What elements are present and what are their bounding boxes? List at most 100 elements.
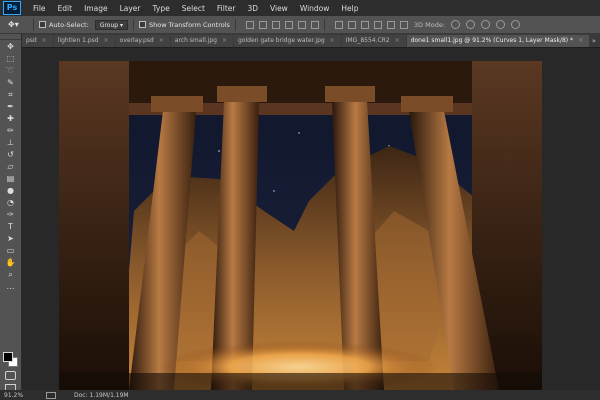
menu-select[interactable]: Select [182,4,205,13]
tab-label: IMG_8554.CR2 [345,37,390,44]
tab-overlay[interactable]: overlay.psd × [115,35,170,47]
tab-label: lightlen 1.psd [57,37,99,44]
type-icon[interactable]: T [4,221,18,232]
healing-brush-icon[interactable]: ✚ [4,113,18,124]
3d-slide-icon[interactable] [496,20,506,29]
pen-icon[interactable]: ✑ [4,209,18,220]
crop-icon[interactable]: ⌗ [4,89,18,100]
tab-done1-small1[interactable]: done1 small1.jpg @ 91.2% (Curves 1, Laye… [406,35,590,47]
lasso-icon[interactable]: ➰ [4,65,18,76]
auto-select-value: Group [99,21,119,29]
distribute-middle-icon[interactable] [347,20,356,29]
menu-edit[interactable]: Edit [58,4,73,13]
tab-golden-gate[interactable]: golden gate bridge water.jpg × [234,35,341,47]
blur-icon[interactable]: ● [4,185,18,196]
petra-columns-photo [59,61,542,390]
options-bar: ✥▾ Auto-Select: Group ▾ Show Transform C… [0,16,600,34]
tab-label: psd [26,37,37,44]
tab-lightlen[interactable]: lightlen 1.psd × [53,35,115,47]
close-icon[interactable]: × [104,35,109,47]
dodge-icon[interactable]: ◔ [4,197,18,208]
status-bar: 91.2% Doc: 1.19M/1.19M [0,390,600,400]
align-left-icon[interactable] [284,20,293,29]
brush-icon[interactable]: ✏ [4,125,18,136]
divider [33,18,34,31]
photoshop-logo: Ps [3,1,21,15]
divider [133,18,135,31]
color-swatches[interactable] [3,352,19,368]
more-tools-icon[interactable]: … [4,281,18,292]
show-transform-label: Show Transform Controls [149,20,230,29]
path-select-icon[interactable]: ➤ [4,233,18,244]
tab-img-8554[interactable]: IMG_8554.CR2 × [341,35,406,47]
distribute-top-icon[interactable] [334,20,343,29]
auto-select-label: Auto-Select: [49,20,89,29]
move-tool-preset-icon[interactable]: ✥▾ [8,19,28,31]
auto-select-dropdown[interactable]: Group ▾ [94,19,129,30]
menu-3d[interactable]: 3D [247,4,258,13]
tab-label: done1 small1.jpg @ 91.2% (Curves 1, Laye… [410,37,574,44]
menu-file[interactable]: File [33,4,46,13]
document-tabs: psd × lightlen 1.psd × overlay.psd × arch s… [22,34,600,48]
close-icon[interactable]: × [222,35,227,47]
zoom-icon[interactable]: ⌕ [4,269,18,280]
panel-grip[interactable] [0,34,21,40]
tab-arch-small[interactable]: arch small.jpg × [170,35,233,47]
align-bottom-icon[interactable] [271,20,280,29]
tabs-overflow-icon[interactable]: » [592,35,596,47]
menu-layer[interactable]: Layer [120,4,141,13]
document-size[interactable]: Doc: 1.19M/1.19M [74,392,129,399]
eyedropper-icon[interactable]: ✒ [4,101,18,112]
tab-psd[interactable]: psd × [22,35,53,47]
foreground-color-swatch[interactable] [3,352,13,362]
checkbox-icon[interactable] [39,21,46,28]
close-icon[interactable]: × [395,35,400,47]
menu-window[interactable]: Window [300,4,330,13]
hand-icon[interactable]: ✋ [4,257,18,268]
close-icon[interactable]: × [330,35,335,47]
marquee-icon[interactable]: ⬚ [4,53,18,64]
align-right-icon[interactable] [310,20,319,29]
align-middle-icon[interactable] [258,20,267,29]
divider [323,18,325,31]
show-transform-checkbox[interactable]: Show Transform Controls [139,21,230,29]
eraser-icon[interactable]: ▱ [4,161,18,172]
gradient-icon[interactable]: ▤ [4,173,18,184]
menu-type[interactable]: Type [153,4,170,13]
3d-drag-icon[interactable] [481,20,491,29]
menu-view[interactable]: View [270,4,288,13]
distribute-right-icon[interactable] [399,20,408,29]
close-icon[interactable]: × [578,35,583,47]
clone-stamp-icon[interactable]: ⊥ [4,137,18,148]
menu-image[interactable]: Image [84,4,108,13]
3d-rotate-icon[interactable] [451,20,461,29]
align-center-icon[interactable] [297,20,306,29]
quick-select-icon[interactable]: ✎ [4,77,18,88]
3d-scale-icon[interactable] [511,20,521,29]
distribute-center-icon[interactable] [386,20,395,29]
tab-label: overlay.psd [119,37,154,44]
3d-roll-icon[interactable] [466,20,476,29]
3d-mode-label: 3D Mode: [413,20,446,29]
close-icon[interactable]: × [159,35,164,47]
menu-help[interactable]: Help [341,4,358,13]
document-image [59,61,542,390]
zoom-level[interactable]: 91.2% [4,392,30,399]
auto-select-checkbox[interactable]: Auto-Select: [39,21,89,29]
share-icon[interactable] [46,391,56,399]
canvas-area[interactable] [22,48,600,390]
menu-filter[interactable]: Filter [217,4,236,13]
menu-bar: Ps File Edit Image Layer Type Select Fil… [0,0,600,16]
history-brush-icon[interactable]: ↺ [4,149,18,160]
rectangle-icon[interactable]: ▭ [4,245,18,256]
align-top-icon[interactable] [245,20,254,29]
distribute-left-icon[interactable] [373,20,382,29]
tools-panel: ✥ ⬚ ➰ ✎ ⌗ ✒ ✚ ✏ ⊥ ↺ ▱ ▤ ● ◔ ✑ T ➤ ▭ ✋ ⌕ … [0,34,22,393]
quick-mask-icon[interactable] [5,371,16,380]
checkbox-icon[interactable] [139,21,147,28]
distribute-bottom-icon[interactable] [360,20,369,29]
close-icon[interactable]: × [42,35,47,47]
tab-label: arch small.jpg [174,37,217,44]
divider [234,18,236,31]
move-icon[interactable]: ✥ [4,41,18,52]
